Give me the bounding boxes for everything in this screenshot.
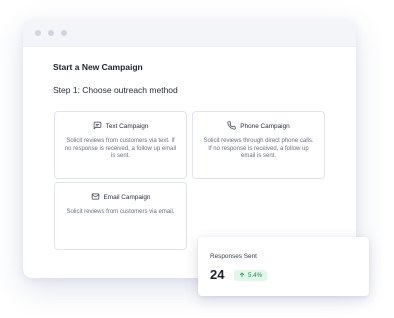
- change-badge: 5.4%: [234, 270, 268, 281]
- email-campaign-card[interactable]: Email Campaign Solicit reviews from cust…: [54, 182, 187, 250]
- card-header: Phone Campaign: [193, 121, 324, 132]
- window-control-dot[interactable]: [48, 30, 54, 36]
- card-description: Solicit reviews from customers via text.…: [64, 138, 177, 159]
- card-header: Text Campaign: [55, 121, 186, 132]
- phone-icon: [227, 121, 236, 132]
- text-campaign-card[interactable]: Text Campaign Solicit reviews from custo…: [54, 111, 187, 179]
- window-control-dot[interactable]: [61, 30, 67, 36]
- step-heading: Step 1: Choose outreach method: [53, 85, 178, 95]
- arrow-up-icon: [239, 272, 245, 280]
- change-value: 5.4%: [248, 272, 263, 279]
- stat-label: Responses Sent: [210, 253, 257, 260]
- card-title: Phone Campaign: [240, 123, 290, 130]
- message-square-icon: [93, 121, 102, 132]
- card-title: Text Campaign: [105, 123, 149, 130]
- stage: Start a New Campaign Step 1: Choose outr…: [0, 0, 394, 318]
- window-control-dot[interactable]: [35, 30, 41, 36]
- card-title: Email Campaign: [103, 194, 151, 201]
- page-title: Start a New Campaign: [53, 62, 143, 72]
- stat-value: 24: [210, 267, 225, 282]
- phone-campaign-card[interactable]: Phone Campaign Solicit reviews through d…: [192, 111, 325, 179]
- mail-icon: [91, 192, 100, 203]
- card-description: Solicit reviews through direct phone cal…: [203, 138, 314, 159]
- responses-sent-widget: Responses Sent 24 5.4%: [198, 237, 369, 296]
- card-header: Email Campaign: [55, 192, 186, 203]
- card-description: Solicit reviews from customers via email…: [66, 209, 175, 215]
- window-titlebar: [23, 20, 356, 47]
